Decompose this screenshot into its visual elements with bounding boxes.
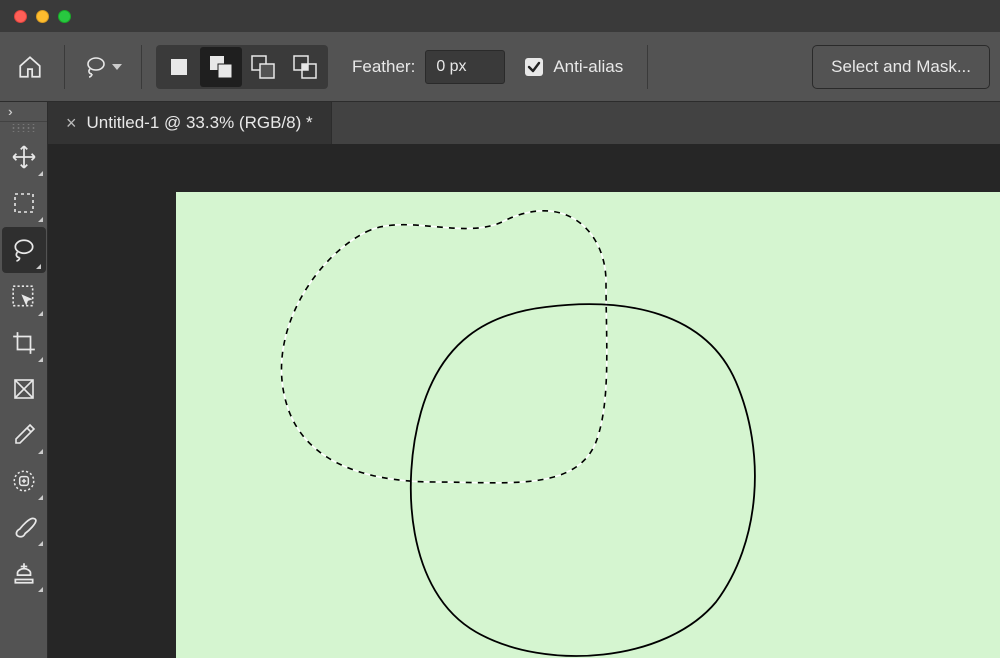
add-to-selection-icon — [208, 54, 234, 80]
checkmark-icon — [527, 60, 541, 74]
window-close-button[interactable] — [14, 10, 27, 23]
home-icon — [17, 54, 43, 80]
selection-marching-ants — [281, 211, 606, 483]
options-bar: Feather: Anti-alias Select and Mask... — [0, 32, 1000, 102]
intersect-selection-icon — [292, 54, 318, 80]
document-tab-bar: × Untitled-1 @ 33.3% (RGB/8) * — [48, 102, 1000, 144]
feather-label: Feather: — [352, 57, 415, 77]
tool-crop[interactable] — [0, 320, 48, 366]
selection-mode-group — [156, 45, 328, 89]
work-area: × Untitled-1 @ 33.3% (RGB/8) * — [48, 102, 1000, 658]
brush-icon — [11, 514, 37, 540]
select-and-mask-button[interactable]: Select and Mask... — [812, 45, 990, 89]
window-titlebar — [0, 0, 1000, 32]
close-tab-button[interactable]: × — [66, 113, 77, 134]
anti-alias-checkbox[interactable] — [525, 58, 543, 76]
lasso-draw-path — [411, 304, 755, 656]
submenu-indicator-icon — [38, 587, 43, 592]
submenu-indicator-icon — [38, 357, 43, 362]
submenu-indicator-icon — [38, 217, 43, 222]
tool-frame[interactable] — [0, 366, 48, 412]
spot-heal-icon — [11, 468, 37, 494]
canvas-viewport[interactable] — [48, 144, 1000, 658]
lasso-icon — [84, 55, 108, 79]
anti-alias-control[interactable]: Anti-alias — [525, 57, 623, 77]
expand-panel-button[interactable]: ›› — [0, 102, 47, 122]
feather-control: Feather: — [352, 50, 505, 84]
tool-spot-heal[interactable] — [0, 458, 48, 504]
tools-panel: ›› — [0, 102, 48, 658]
home-button[interactable] — [10, 47, 50, 87]
tool-object-select[interactable] — [0, 274, 48, 320]
current-tool-dropdown[interactable] — [79, 47, 127, 87]
canvas-content — [176, 192, 1000, 658]
selection-mode-subtract[interactable] — [242, 47, 284, 87]
tool-marquee[interactable] — [0, 180, 48, 226]
clone-stamp-icon — [11, 560, 37, 586]
select-and-mask-label: Select and Mask... — [831, 57, 971, 77]
document-tab-title: Untitled-1 @ 33.3% (RGB/8) * — [87, 113, 313, 133]
selection-mode-new[interactable] — [158, 47, 200, 87]
submenu-indicator-icon — [38, 311, 43, 316]
frame-icon — [12, 377, 36, 401]
divider — [647, 45, 648, 89]
submenu-indicator-icon — [38, 495, 43, 500]
window-minimize-button[interactable] — [36, 10, 49, 23]
panel-grip[interactable] — [10, 124, 37, 132]
lasso-icon — [11, 237, 37, 263]
move-icon — [11, 144, 37, 170]
crop-icon — [11, 330, 37, 356]
submenu-indicator-icon — [38, 171, 43, 176]
object-select-icon — [11, 284, 37, 310]
anti-alias-label: Anti-alias — [553, 57, 623, 77]
canvas[interactable] — [176, 192, 1000, 658]
divider — [64, 45, 65, 89]
tool-move[interactable] — [0, 134, 48, 180]
eyedropper-icon — [12, 423, 36, 447]
chevron-down-icon — [112, 64, 122, 70]
tool-lasso[interactable] — [2, 227, 46, 273]
selection-mode-intersect[interactable] — [284, 47, 326, 87]
submenu-indicator-icon — [36, 264, 41, 269]
divider — [141, 45, 142, 89]
document-tab[interactable]: × Untitled-1 @ 33.3% (RGB/8) * — [48, 102, 332, 144]
new-selection-icon — [168, 56, 190, 78]
submenu-indicator-icon — [38, 449, 43, 454]
expand-panel-icon: ›› — [8, 104, 9, 119]
submenu-indicator-icon — [38, 541, 43, 546]
rect-marquee-icon — [12, 191, 36, 215]
tool-clone-stamp[interactable] — [0, 550, 48, 596]
window-zoom-button[interactable] — [58, 10, 71, 23]
tool-brush[interactable] — [0, 504, 48, 550]
feather-input[interactable] — [425, 50, 505, 84]
subtract-from-selection-icon — [250, 54, 276, 80]
selection-marching-ants-alt — [281, 211, 606, 483]
selection-mode-add[interactable] — [200, 47, 242, 87]
tool-eyedropper[interactable] — [0, 412, 48, 458]
